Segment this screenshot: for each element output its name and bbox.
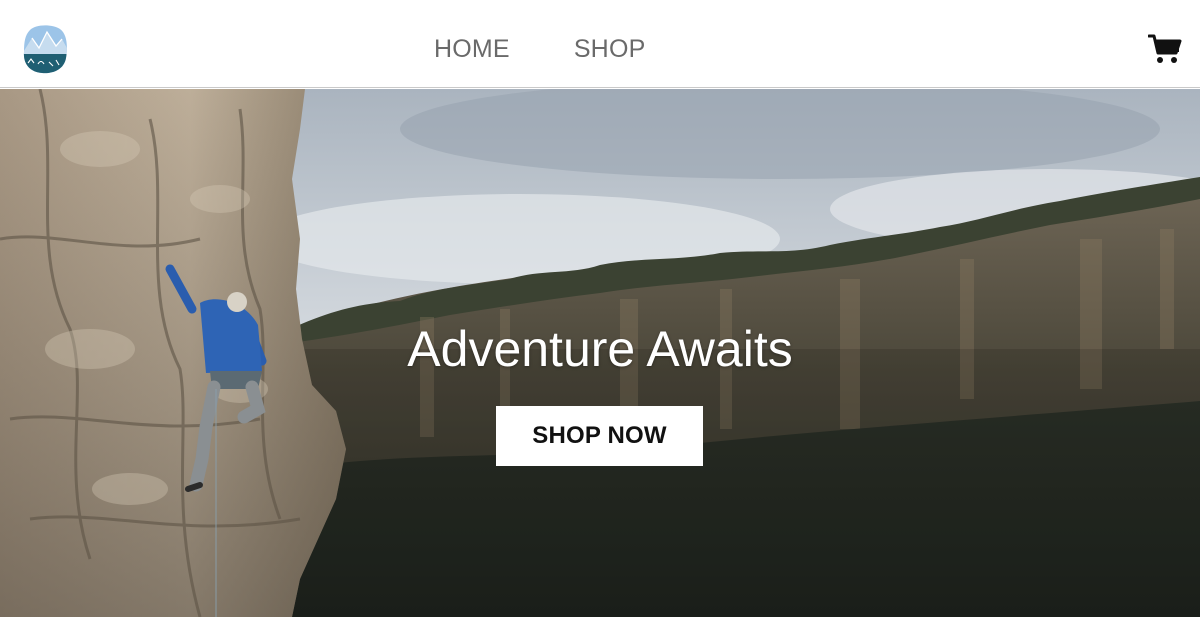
nav-home-link[interactable]: HOME xyxy=(434,33,510,65)
hero-title: Adventure Awaits xyxy=(407,321,793,377)
shopping-cart-icon[interactable] xyxy=(1148,33,1182,65)
shop-now-button[interactable]: SHOP NOW xyxy=(496,406,703,466)
page-bottom-area xyxy=(0,617,1200,627)
main-nav: HOME SHOP xyxy=(434,33,645,65)
site-header: HOME SHOP xyxy=(0,0,1200,88)
mountain-logo-icon[interactable] xyxy=(22,24,68,74)
nav-shop-link[interactable]: SHOP xyxy=(574,33,646,65)
page: HOME SHOP Adventure Awaits SHOP NOW xyxy=(0,0,1200,627)
hero-banner: Adventure Awaits SHOP NOW xyxy=(0,89,1200,617)
